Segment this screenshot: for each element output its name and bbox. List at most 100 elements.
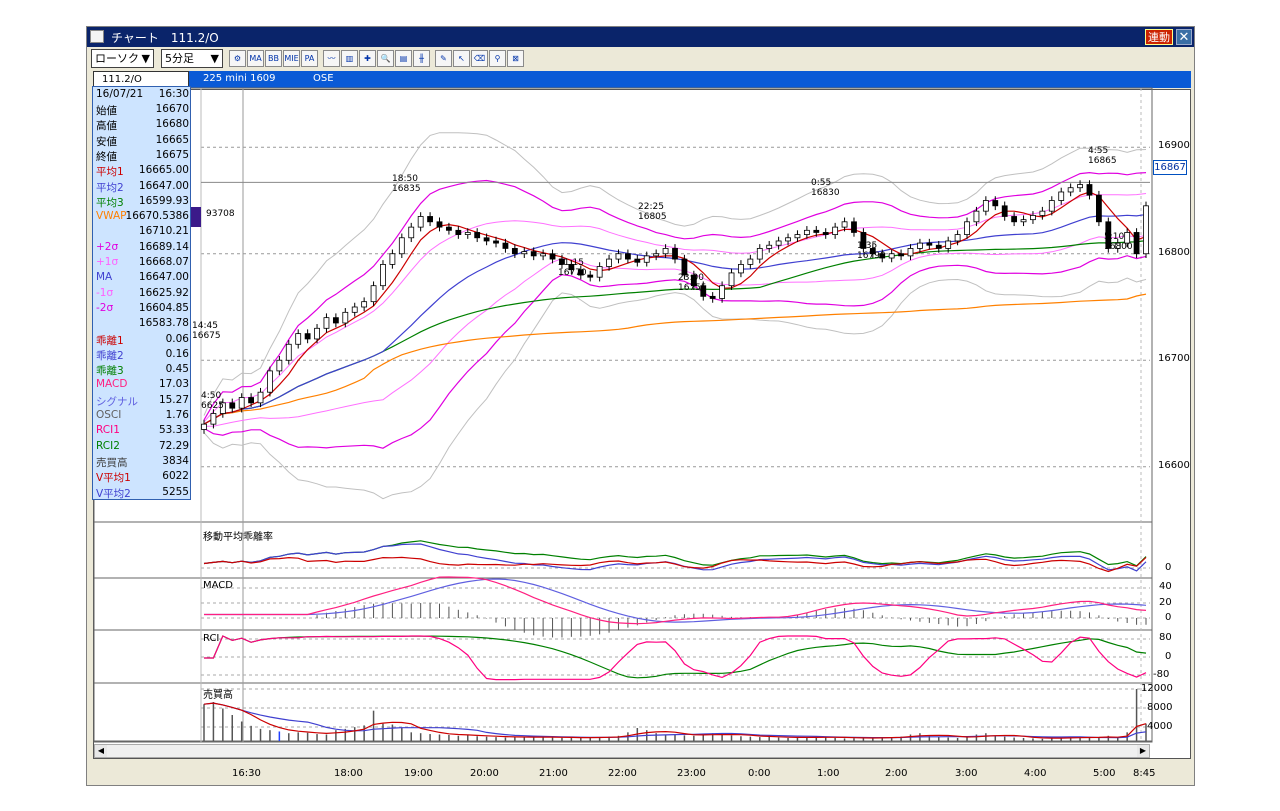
time-axis-label: 20:00 <box>470 768 499 779</box>
info-row: -1σ 16625.92 <box>96 287 189 302</box>
panel-tick-label: 40 <box>1159 581 1172 592</box>
info-label: VWAP <box>96 210 127 223</box>
panel-tick-label: 12000 <box>1141 683 1173 694</box>
panel-tick-label: 80 <box>1159 632 1172 643</box>
candlesticks <box>201 180 1149 434</box>
macd-panel-title: MACD <box>203 580 233 591</box>
candle-body <box>446 226 452 231</box>
candle-body <box>1096 194 1102 223</box>
candle-body <box>295 333 302 345</box>
bb-lower-2 <box>203 255 1147 449</box>
panel-tick-label: 8000 <box>1147 702 1173 713</box>
candle-body <box>672 248 678 260</box>
price-axis-label: 16600 <box>1158 459 1190 471</box>
candle-body <box>813 229 820 233</box>
annotation-time: 0:55 <box>811 178 832 188</box>
bb-outer-upper <box>203 132 1147 416</box>
info-value: 16604.85 <box>138 301 189 314</box>
candle-body <box>756 248 763 260</box>
candle-body <box>464 232 471 235</box>
info-row: 16710.21 <box>96 225 189 240</box>
chart-canvas <box>93 87 1153 743</box>
scroll-right-icon[interactable]: ▶ <box>1137 745 1149 757</box>
price-axis-label: 16900 <box>1158 140 1190 152</box>
candle-body <box>587 274 594 278</box>
plot-frame <box>93 87 1153 743</box>
candle-body <box>474 232 481 239</box>
info-label: RCI2 <box>96 439 120 452</box>
panel-tick-label: 20 <box>1159 597 1172 608</box>
candle-body <box>747 258 754 265</box>
info-label: 終値 <box>96 150 117 163</box>
candle-body <box>380 263 386 287</box>
time-axis-label: 22:00 <box>608 768 637 779</box>
info-row: シグナル 15.27 <box>96 394 189 409</box>
candle-body <box>540 253 547 257</box>
candle-body <box>1086 184 1093 196</box>
info-row: +1σ 16668.07 <box>96 256 189 271</box>
candle-body <box>822 232 829 235</box>
annotation-time: 14:45 <box>192 321 218 331</box>
candle-body <box>898 253 904 257</box>
annotation-time: 4:50 <box>201 391 222 401</box>
info-label: 乖離1 <box>96 334 124 347</box>
info-row: V平均2 5255 <box>96 486 189 501</box>
bb-upper-1 <box>203 193 1147 423</box>
info-label: 売買高 <box>96 456 128 469</box>
candle-body <box>803 229 810 235</box>
candle-body <box>276 359 283 372</box>
candle-body <box>992 200 999 207</box>
panel-tick-label: -80 <box>1153 669 1170 680</box>
candle-body <box>954 234 961 242</box>
candle-body <box>662 248 669 255</box>
candle-body <box>257 391 264 404</box>
annotation-time: 1:35 <box>857 241 878 251</box>
time-axis-label: 1:00 <box>817 768 840 779</box>
info-value: 1.76 <box>165 409 189 421</box>
candle-body <box>455 229 462 235</box>
info-value: 16710.21 <box>138 225 189 238</box>
candle-body <box>1143 205 1149 255</box>
candle-body <box>606 258 612 267</box>
info-value: 16665.00 <box>138 164 189 177</box>
time-axis-label: 8:45 <box>1133 768 1156 779</box>
info-label: -1σ <box>96 286 114 299</box>
time-axis-label: 23:00 <box>677 768 706 779</box>
candle-body <box>719 285 725 299</box>
candle-body <box>304 333 311 340</box>
info-value: 16680 <box>155 118 189 131</box>
candle-body <box>1133 232 1140 255</box>
candle-body <box>888 253 895 259</box>
cursor-marker <box>191 207 201 227</box>
ma3-line <box>203 240 1147 425</box>
candle-body <box>935 244 942 249</box>
info-label: V平均1 <box>96 472 131 485</box>
annotation-time: 23:00 <box>678 273 704 283</box>
info-row: OSCI 1.76 <box>96 409 189 424</box>
time-axis-label: 2:00 <box>885 768 908 779</box>
candle-body <box>926 242 933 246</box>
info-value: 5255 <box>162 485 189 498</box>
candle-body <box>248 397 255 404</box>
info-label: +1σ <box>96 256 119 268</box>
time-axis-label: 0:00 <box>748 768 771 779</box>
panel-tick-label: 0 <box>1165 651 1172 662</box>
scroll-left-icon[interactable]: ◀ <box>95 745 107 757</box>
candle-body <box>530 251 537 257</box>
ma1-line <box>203 191 1147 425</box>
info-value: 16689.14 <box>138 240 189 253</box>
annotation-time: 5:10 <box>1104 232 1125 242</box>
indicator-panels <box>201 540 1150 741</box>
info-label: -2σ <box>96 301 114 314</box>
time-axis-label: 21:00 <box>539 768 568 779</box>
annotation-time: 18:50 <box>392 174 418 184</box>
info-value: 72.29 <box>158 439 189 452</box>
horizontal-scrollbar[interactable]: ◀ ▶ <box>94 744 1150 758</box>
time-axis-label: 18:00 <box>334 768 363 779</box>
candle-body <box>511 248 518 255</box>
info-row: 安値 16665 <box>96 134 189 149</box>
info-row: MACD 17.03 <box>96 378 189 393</box>
panel-tick-label: 4000 <box>1147 721 1173 732</box>
annotation-value: 16800 <box>1104 242 1133 252</box>
candle-body <box>851 221 857 233</box>
